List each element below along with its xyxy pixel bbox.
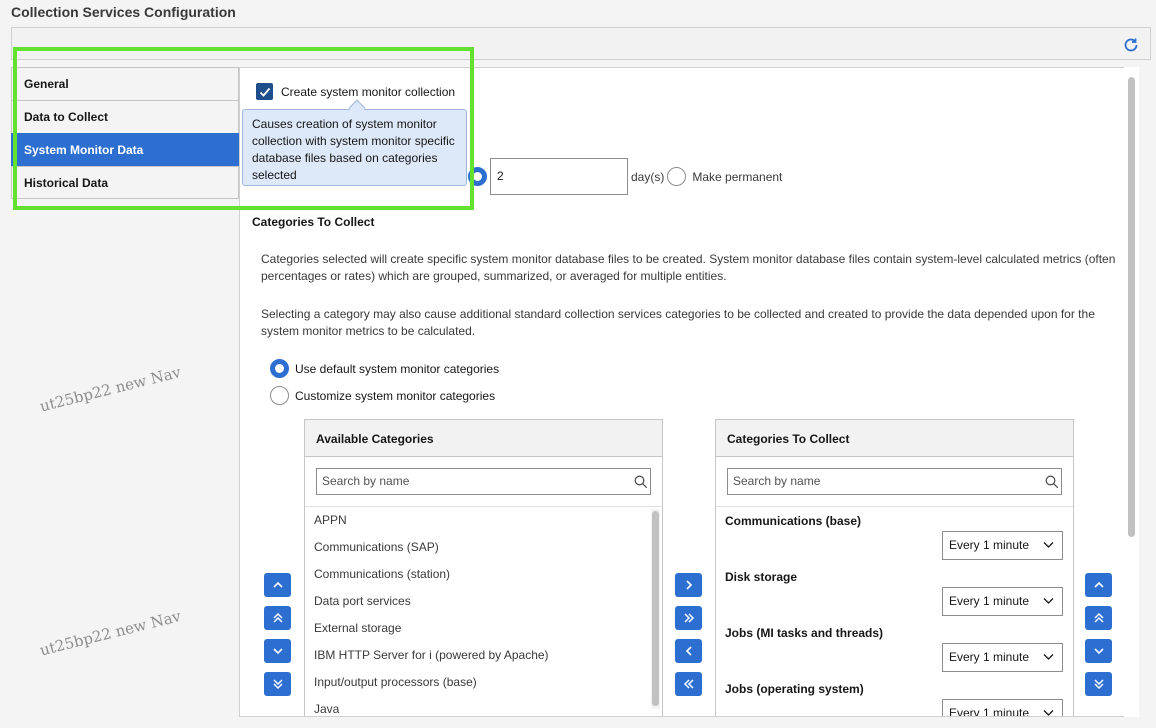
custom-categories-option[interactable]: Customize system monitor categories [270, 386, 495, 405]
move-to-top-button[interactable] [264, 606, 291, 630]
chevron-left-icon [685, 646, 692, 656]
add-all-button[interactable] [675, 606, 702, 630]
default-categories-label: Use default system monitor categories [295, 361, 500, 376]
scrollbar-thumb[interactable] [652, 511, 659, 706]
create-collection-row: Create system monitor collection [256, 83, 455, 100]
list-item[interactable]: Communications (station) [305, 561, 662, 588]
refresh-icon[interactable] [1122, 36, 1140, 54]
double-chevron-down-icon [1093, 679, 1104, 690]
main-scrollbar[interactable] [1124, 67, 1139, 717]
list-item[interactable]: Jobs (MI tasks and threads) Every 1 minu… [716, 619, 1073, 675]
search-icon [1045, 475, 1059, 489]
description-paragraph: Categories selected will create specific… [261, 252, 1116, 283]
list-item[interactable]: IBM HTTP Server for i (powered by Apache… [305, 642, 662, 669]
remove-selected-button[interactable] [675, 639, 702, 663]
double-chevron-left-icon [683, 679, 694, 689]
sidebar-item-general[interactable]: General [11, 67, 239, 100]
days-unit-label: day(s) [631, 169, 665, 184]
list-item[interactable]: Input/output processors (base) [305, 669, 662, 696]
create-collection-checkbox[interactable] [256, 83, 273, 100]
collect-move-to-bottom-button[interactable] [1085, 672, 1112, 696]
category-name: Disk storage [725, 570, 798, 584]
default-categories-option[interactable]: Use default system monitor categories [270, 359, 499, 378]
chevron-down-icon [1043, 542, 1054, 548]
description-paragraph: Selecting a category may also cause addi… [261, 307, 1095, 338]
create-collection-label: Create system monitor collection [281, 84, 456, 99]
make-permanent-label: Make permanent [692, 169, 783, 184]
collect-move-up-button[interactable] [1085, 573, 1112, 597]
section-title: Categories To Collect [252, 215, 375, 229]
list-item[interactable]: Java [305, 696, 662, 716]
sidebar-item-historical-data[interactable]: Historical Data [11, 166, 239, 199]
available-search-input[interactable]: Search by name [316, 468, 651, 495]
watermark-text: ut25bp22 new Nav [38, 607, 183, 660]
toolbar [11, 27, 1151, 60]
frequency-select[interactable]: Every 1 minute [942, 699, 1063, 717]
category-name: Jobs (operating system) [725, 682, 864, 696]
chevron-down-icon [1043, 598, 1054, 604]
add-selected-button[interactable] [675, 573, 702, 597]
available-categories-title: Available Categories [305, 420, 662, 457]
search-icon [634, 475, 648, 489]
categories-to-collect-title: Categories To Collect [716, 420, 1073, 457]
retention-days-radio[interactable] [468, 167, 487, 186]
retention-row: 2 day(s) Make permanent [468, 158, 782, 195]
chevron-right-icon [685, 580, 692, 590]
categories-to-collect-panel: Categories To Collect Search by name Com… [715, 419, 1074, 717]
list-item[interactable]: Disk storage Every 1 minute [716, 563, 1073, 619]
categories-to-collect-list: Communications (base) Every 1 minute Dis… [716, 506, 1073, 717]
watermark-text: ut25bp22 new Nav [38, 363, 183, 416]
list-item[interactable]: Data port services [305, 588, 662, 615]
custom-categories-label: Customize system monitor categories [295, 388, 496, 403]
double-chevron-right-icon [683, 613, 694, 623]
page-title: Collection Services Configuration [11, 4, 236, 20]
double-chevron-up-icon [1093, 612, 1104, 623]
category-name: Jobs (MI tasks and threads) [725, 626, 884, 640]
frequency-value: Every 1 minute [949, 538, 1030, 552]
chevron-up-icon [272, 581, 283, 588]
custom-categories-radio[interactable] [270, 386, 289, 405]
list-item[interactable]: Communications (SAP) [305, 534, 662, 561]
available-list-scrollbar[interactable] [651, 509, 660, 709]
main-panel: Create system monitor collection Causes … [239, 67, 1139, 717]
list-item[interactable]: Jobs (operating system) Every 1 minute [716, 675, 1073, 717]
tooltip: Causes creation of system monitor collec… [242, 109, 467, 186]
collect-move-down-button[interactable] [1085, 639, 1112, 663]
default-categories-radio[interactable] [270, 359, 289, 378]
chevron-down-icon [1093, 648, 1104, 655]
category-name: Communications (base) [725, 514, 862, 528]
available-categories-panel: Available Categories Search by name APPN… [304, 419, 663, 716]
list-item[interactable]: Communications (base) Every 1 minute [716, 507, 1073, 563]
sidebar-item-system-monitor-data[interactable]: System Monitor Data [11, 133, 239, 166]
collect-search-input[interactable]: Search by name [727, 468, 1062, 495]
collect-move-to-top-button[interactable] [1085, 606, 1112, 630]
move-up-button[interactable] [264, 573, 291, 597]
checkmark-icon [259, 87, 270, 97]
make-permanent-radio[interactable] [667, 167, 687, 186]
double-chevron-down-icon [272, 679, 283, 690]
frequency-value: Every 1 minute [949, 706, 1030, 717]
frequency-select[interactable]: Every 1 minute [942, 531, 1063, 560]
chevron-down-icon [272, 648, 283, 655]
chevron-up-icon [1093, 581, 1104, 588]
frequency-select[interactable]: Every 1 minute [942, 587, 1063, 616]
frequency-value: Every 1 minute [949, 650, 1030, 664]
list-item[interactable]: APPN [305, 507, 662, 534]
chevron-down-icon [1043, 710, 1054, 716]
frequency-select[interactable]: Every 1 minute [942, 643, 1063, 672]
retention-days-input[interactable]: 2 [490, 158, 628, 195]
sidebar-item-data-to-collect[interactable]: Data to Collect [11, 100, 239, 133]
remove-all-button[interactable] [675, 672, 702, 696]
list-item[interactable]: External storage [305, 615, 662, 642]
frequency-value: Every 1 minute [949, 594, 1030, 608]
chevron-down-icon [1043, 654, 1054, 660]
sidebar: General Data to Collect System Monitor D… [11, 67, 239, 199]
available-categories-list: APPN Communications (SAP) Communications… [305, 506, 662, 716]
move-to-bottom-button[interactable] [264, 672, 291, 696]
double-chevron-up-icon [272, 612, 283, 623]
scrollbar-thumb[interactable] [1128, 77, 1135, 537]
move-down-button[interactable] [264, 639, 291, 663]
